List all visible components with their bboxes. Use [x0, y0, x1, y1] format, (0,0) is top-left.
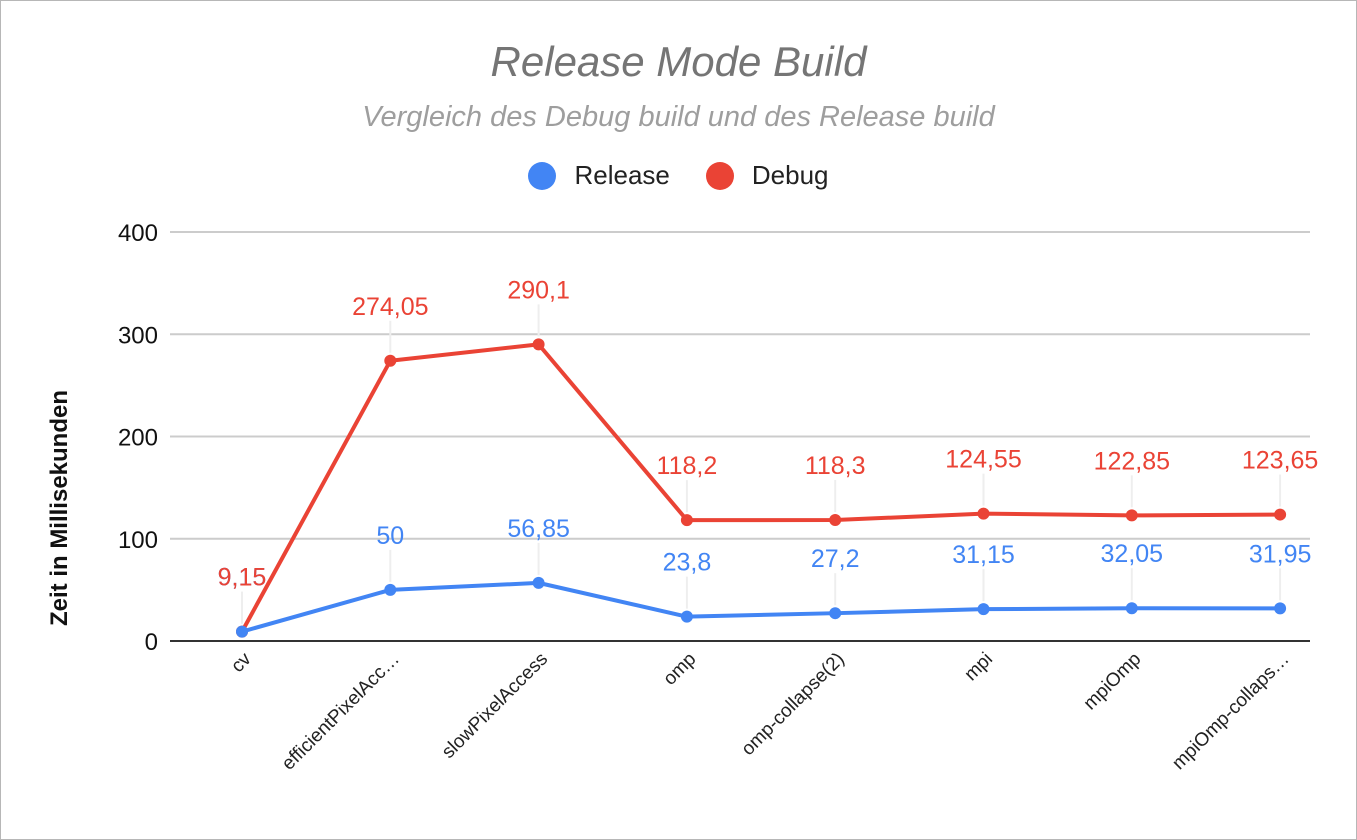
data-label-debug-7: 123,65 [1242, 447, 1318, 475]
data-label-debug-0: 9,15 [218, 564, 267, 592]
data-point-debug-4 [829, 514, 842, 527]
x-tick-label-0: cv [227, 648, 256, 677]
x-tick-label-6: mpiOmp [1080, 649, 1146, 715]
data-point-debug-1 [384, 354, 397, 367]
y-tick-label-0: 0 [145, 629, 158, 656]
data-point-release-7 [1274, 602, 1287, 615]
data-label-debug-6: 122,85 [1094, 447, 1170, 475]
x-tick-label-3: omp [659, 649, 700, 690]
x-tick-label-2: slowPixelAccess [438, 649, 552, 763]
data-label-release-5: 31,15 [952, 541, 1015, 569]
data-label-release-2: 56,85 [507, 515, 570, 543]
data-label-release-1: 50 [376, 522, 404, 550]
y-tick-label-1: 100 [118, 527, 158, 554]
data-label-release-7: 31,95 [1249, 540, 1312, 568]
chart-plot: 0 100 200 300 400 cv efficientPixelAcc… slowPix… [118, 220, 1318, 775]
data-point-debug-7 [1274, 508, 1287, 521]
series-line-release [240, 580, 1283, 634]
data-point-release-3 [680, 610, 693, 623]
data-point-release-1 [384, 583, 397, 596]
y-tick-label-4: 400 [118, 220, 158, 247]
data-point-release-2 [532, 576, 545, 589]
data-point-release-6 [1125, 602, 1138, 615]
x-tick-label-7: mpiOmp-collaps… [1168, 649, 1293, 774]
data-label-debug-4: 118,3 [805, 452, 866, 480]
data-point-debug-6 [1125, 509, 1138, 522]
x-tick-label-5: mpi [961, 649, 998, 686]
data-label-release-3: 23,8 [663, 549, 712, 577]
data-label-debug-3: 118,2 [657, 452, 718, 480]
data-label-debug-1: 274,05 [352, 293, 428, 321]
x-tick-label-4: omp-collapse(2) [738, 649, 849, 760]
data-point-debug-2 [532, 338, 545, 351]
data-point-debug-5 [977, 507, 990, 520]
data-label-debug-5: 124,55 [945, 446, 1021, 474]
data-label-release-4: 27,2 [811, 545, 860, 573]
x-tick-label-1: efficientPixelAcc… [278, 649, 404, 775]
data-label-release-6: 32,05 [1101, 540, 1164, 568]
data-point-release-5 [977, 603, 990, 616]
data-label-debug-2: 290,1 [507, 276, 570, 304]
data-point-release-4 [829, 607, 842, 620]
y-tick-label-2: 200 [118, 425, 158, 452]
data-point-release-0 [236, 625, 248, 638]
y-tick-label-3: 300 [118, 322, 158, 349]
data-point-debug-3 [680, 514, 693, 527]
